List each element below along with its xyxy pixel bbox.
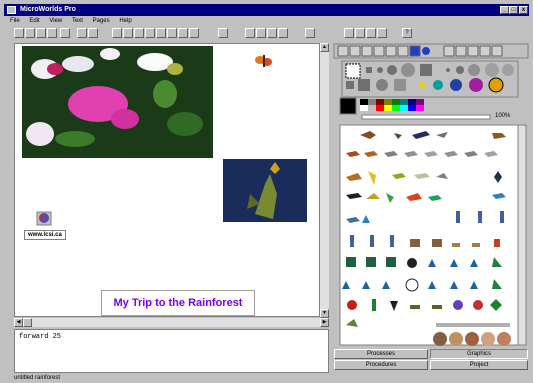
page-horizontal-scrollbar[interactable]: ◀ ▶ — [14, 318, 329, 327]
scroll-right-icon[interactable]: ▶ — [320, 318, 329, 327]
tab-procedures-label: Procedures — [365, 362, 397, 368]
zoom-icon[interactable] — [245, 28, 255, 38]
presentation-icon[interactable] — [344, 28, 354, 38]
page-vertical-scrollbar[interactable]: ▲ ▼ — [320, 43, 329, 318]
status-bar: untitled rainforest — [14, 373, 533, 383]
cut-icon[interactable] — [60, 28, 70, 38]
stop-icon[interactable] — [305, 28, 315, 38]
menu-text[interactable]: Text — [72, 18, 83, 24]
butterfly-icon[interactable] — [255, 55, 272, 67]
grid-icon[interactable] — [77, 28, 87, 38]
menu-edit[interactable]: Edit — [29, 18, 39, 24]
hatch-icon[interactable] — [167, 28, 177, 38]
tab-graphics[interactable]: Graphics — [430, 349, 528, 359]
media-tool-icon[interactable] — [156, 28, 166, 38]
menu-view[interactable]: View — [49, 18, 62, 24]
textbox-icon[interactable] — [123, 28, 133, 38]
tab-processes[interactable]: Processes — [334, 349, 428, 359]
menu-help[interactable]: Help — [119, 18, 131, 24]
menu-bar: File Edit View Text Pages Help — [4, 16, 529, 26]
open-icon[interactable] — [25, 28, 35, 38]
scroll-thumb[interactable] — [23, 318, 32, 327]
new-icon[interactable] — [14, 28, 24, 38]
button-tool-icon[interactable] — [134, 28, 144, 38]
app-icon — [7, 6, 16, 14]
command-center[interactable]: forward 25 — [14, 329, 329, 373]
pointer-icon[interactable] — [218, 28, 228, 38]
tab-graphics-label: Graphics — [466, 351, 491, 357]
project-page[interactable]: www.lcsi.ca My Trip to the Rainforest — [14, 43, 320, 317]
page-canvas — [22, 46, 307, 226]
maximize-button[interactable]: □ — [509, 6, 518, 14]
title-bar: MicroWorlds Pro _ □ x — [4, 4, 529, 16]
tab-project-label: Project — [469, 362, 489, 368]
orchid-photo[interactable] — [22, 46, 213, 158]
share-icon[interactable] — [377, 28, 387, 38]
tab-project[interactable]: Project — [430, 360, 528, 370]
hummingbird-photo[interactable] — [223, 159, 307, 222]
graphics-panel-canvas — [333, 43, 529, 346]
scroll-up-icon[interactable]: ▲ — [320, 43, 329, 52]
eye-icon[interactable] — [267, 28, 277, 38]
command-text: forward 25 — [19, 333, 62, 341]
toolbar: ? — [4, 27, 529, 41]
slider-tool-icon[interactable] — [145, 28, 155, 38]
layout-icon[interactable] — [88, 28, 98, 38]
stamp-icon[interactable] — [256, 28, 266, 38]
scroll-left-icon[interactable]: ◀ — [14, 318, 23, 327]
website-link[interactable]: www.lcsi.ca — [24, 230, 66, 240]
scissors-icon[interactable] — [278, 28, 288, 38]
menu-file[interactable]: File — [10, 18, 20, 24]
tab-procedures[interactable]: Procedures — [334, 360, 428, 370]
close-button[interactable]: x — [519, 6, 528, 14]
minimize-button[interactable]: _ — [500, 6, 509, 14]
web-icon[interactable] — [355, 28, 365, 38]
print-icon[interactable] — [47, 28, 57, 38]
menu-pages[interactable]: Pages — [93, 18, 110, 24]
turtle-icon[interactable] — [112, 28, 122, 38]
melody-icon[interactable] — [178, 28, 188, 38]
camera-icon[interactable] — [189, 28, 199, 38]
graphics-panel: 100% Processes Graphics Procedures Proje… — [332, 43, 530, 373]
help-icon[interactable]: ? — [402, 28, 412, 38]
globe-icon[interactable] — [36, 211, 52, 226]
export-icon[interactable] — [366, 28, 376, 38]
title-text-box[interactable]: My Trip to the Rainforest — [101, 290, 255, 316]
percent-label: 100% — [495, 113, 511, 119]
save-icon[interactable] — [36, 28, 46, 38]
scroll-down-icon[interactable]: ▼ — [320, 309, 329, 318]
status-text: untitled rainforest — [14, 375, 61, 381]
window-title: MicroWorlds Pro — [20, 6, 76, 13]
tab-processes-label: Processes — [366, 351, 395, 357]
